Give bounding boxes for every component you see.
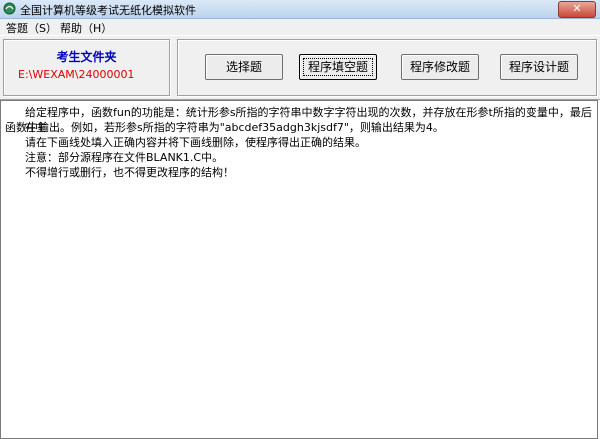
question-type-group: 选择题 程序填空题 程序修改题 程序设计题: [177, 39, 597, 96]
window-title: 全国计算机等级考试无纸化模拟软件: [20, 4, 196, 17]
tab-choice-question[interactable]: 选择题: [205, 54, 283, 80]
folder-path: E:\WEXAM\24000001: [18, 68, 135, 81]
app-icon: [3, 2, 16, 15]
folder-title: 考生文件夹: [56, 50, 117, 64]
close-icon: ✕: [572, 2, 582, 15]
student-folder-box: 考生文件夹 E:\WEXAM\24000001: [3, 39, 170, 96]
tab-design-program[interactable]: 程序设计题: [500, 54, 578, 80]
question-line-4: 注意：部分源程序在文件BLANK1.C中。: [25, 151, 224, 164]
close-button[interactable]: ✕: [558, 1, 596, 18]
title-bar: 全国计算机等级考试无纸化模拟软件 ✕: [0, 0, 600, 19]
menu-help[interactable]: 帮助（H）: [60, 20, 112, 36]
question-line-2: 函数中输出。例如，若形参s所指的字符串为"abcdef35adgh3kjsdf7…: [5, 121, 444, 134]
question-line-3: 请在下画线处填入正确内容并将下画线删除，使程序得出正确的结果。: [25, 136, 366, 149]
tab-fill-blank-program[interactable]: 程序填空题: [299, 54, 377, 80]
question-line-5: 不得增行或删行，也不得更改程序的结构！: [25, 166, 234, 179]
toolbar-panel: 考生文件夹 E:\WEXAM\24000001 选择题 程序填空题 程序修改题 …: [0, 35, 600, 100]
menu-bar: 答题（S） 帮助（H）: [0, 19, 600, 35]
tab-modify-program[interactable]: 程序修改题: [401, 54, 479, 80]
question-content-area[interactable]: 给定程序中，函数fun的功能是：统计形参s所指的字符串中数字字符出现的次数，并存…: [0, 100, 598, 439]
menu-answer[interactable]: 答题（S）: [6, 20, 57, 36]
